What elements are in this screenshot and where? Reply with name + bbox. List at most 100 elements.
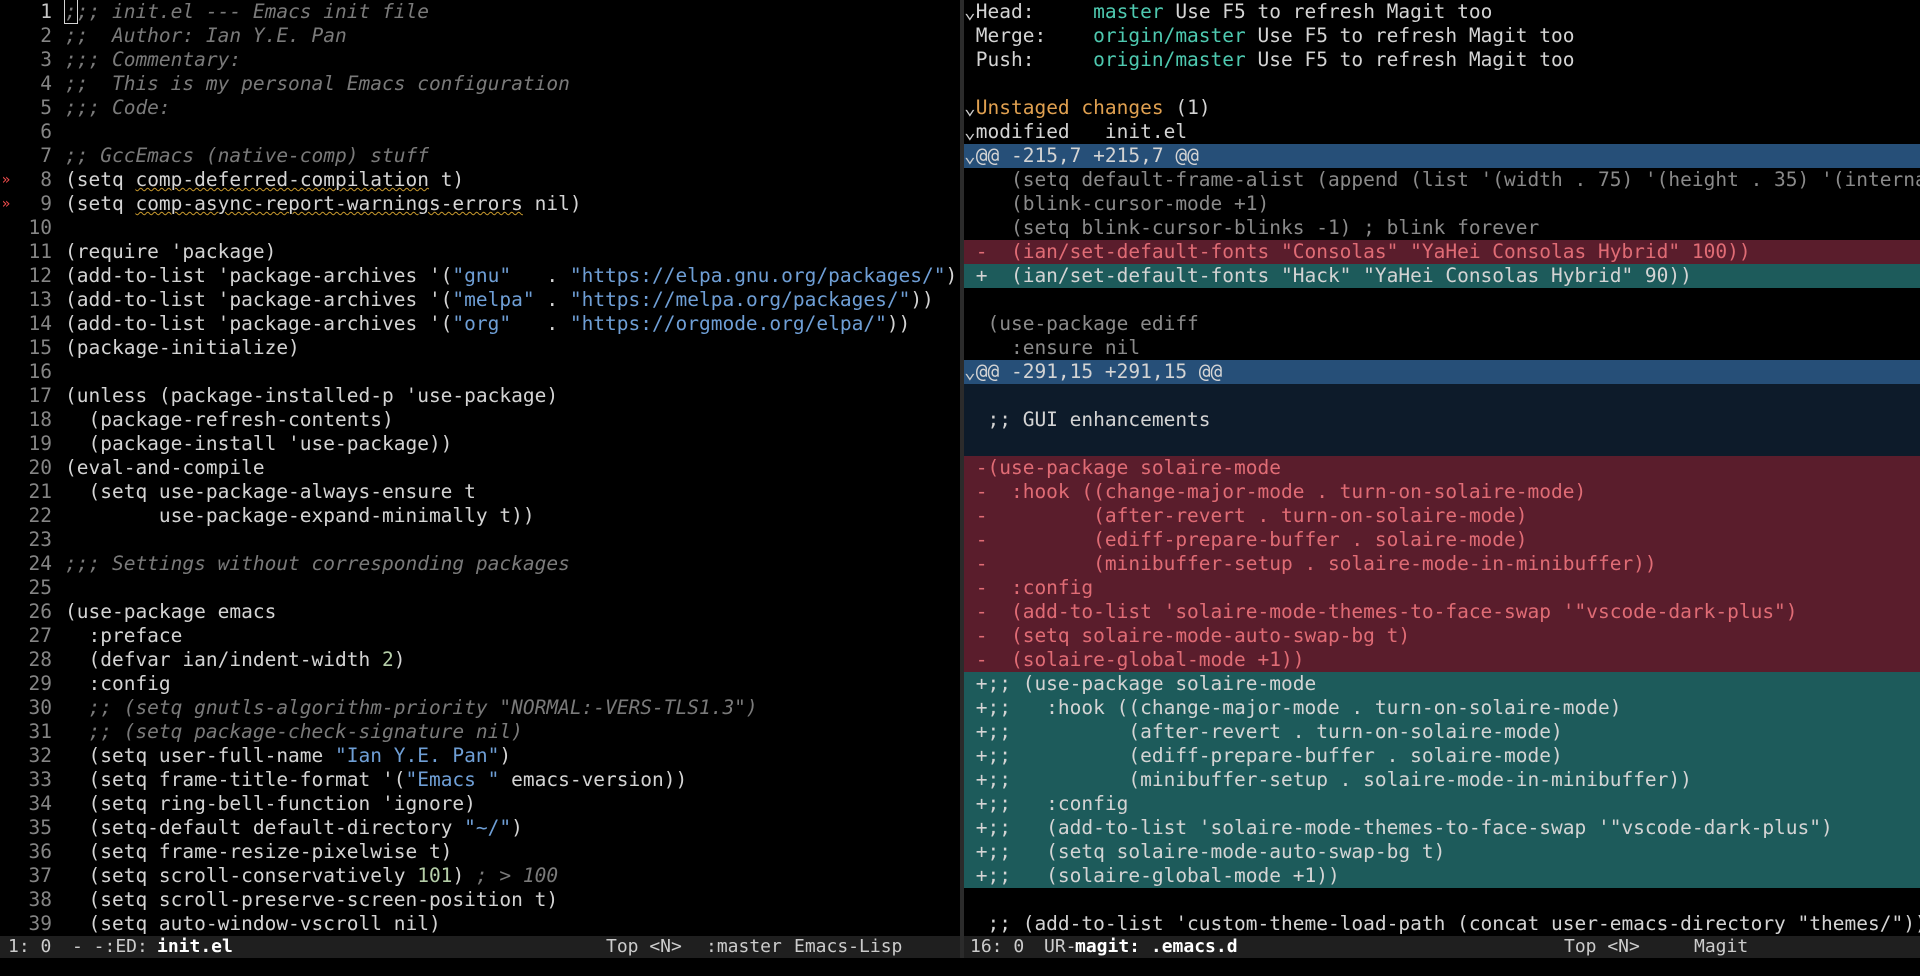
code-line[interactable]: 11 (require 'package) [0, 240, 960, 264]
code-line[interactable]: » 8 (setq comp-deferred-compilation t) [0, 168, 960, 192]
code-line[interactable]: 33 (setq frame-title-format '("Emacs " e… [0, 768, 960, 792]
magit-line[interactable] [964, 432, 1920, 456]
magit-line[interactable]: Merge: origin/master Use F5 to refresh M… [964, 24, 1920, 48]
diff-removed-line[interactable]: - (ediff-prepare-buffer . solaire-mode) [964, 528, 1920, 552]
code-line[interactable]: 14 (add-to-list 'package-archives '("org"… [0, 312, 960, 336]
code-line[interactable]: 26 (use-package emacs [0, 600, 960, 624]
code-line[interactable]: 6 [0, 120, 960, 144]
code-line[interactable]: 1;;; init.el --- Emacs init file [0, 0, 960, 24]
magit-line[interactable]: Push: origin/master Use F5 to refresh Ma… [964, 48, 1920, 72]
magit-line[interactable]: ⌄modified init.el [964, 120, 1920, 144]
section-toggle-icon[interactable]: ⌄ [964, 0, 976, 23]
code-token: (setq user-full-name [65, 744, 336, 767]
mode-line-position: 16: 0 [970, 936, 1025, 957]
code-line[interactable]: 12 (add-to-list 'package-archives '("gnu"… [0, 264, 960, 288]
diff-removed-line[interactable]: - (ian/set-default-fonts "Consolas" "YaH… [964, 240, 1920, 264]
code-line[interactable]: 16 [0, 360, 960, 384]
diff-added-line[interactable]: + (ian/set-default-fonts "Hack" "YaHei C… [964, 264, 1920, 288]
diff-added-line[interactable]: +;; (setq solaire-mode-auto-swap-bg t) [964, 840, 1920, 864]
mode-line-major-mode[interactable]: Emacs-Lisp [794, 936, 902, 958]
magit-line[interactable] [964, 384, 1920, 408]
diff-removed-line[interactable]: - (solaire-global-mode +1)) [964, 648, 1920, 672]
magit-line[interactable]: (setq blink-cursor-blinks -1) ; blink fo… [964, 216, 1920, 240]
code-line[interactable]: 21 (setq use-package-always-ensure t [0, 480, 960, 504]
code-line[interactable]: 7 ;; GccEmacs (native-comp) stuff [0, 144, 960, 168]
magit-line[interactable]: ⌄Unstaged changes (1) [964, 96, 1920, 120]
magit-line[interactable]: (setq default-frame-alist (append (list … [964, 168, 1920, 192]
diff-removed-line[interactable]: - (add-to-list 'solaire-mode-themes-to-f… [964, 600, 1920, 624]
code-line[interactable]: 22 use-package-expand-minimally t)) [0, 504, 960, 528]
code-line[interactable]: 35 (setq-default default-directory "~/") [0, 816, 960, 840]
magit-line[interactable]: ;; GUI enhancements [964, 408, 1920, 432]
code-line[interactable]: 3 ;;; Commentary: [0, 48, 960, 72]
diff-text: - (after-revert . turn-on-solaire-mode) [964, 504, 1528, 527]
mode-line-buffer-name[interactable]: init.el [157, 936, 233, 958]
code-line[interactable]: 13 (add-to-list 'package-archives '("melp… [0, 288, 960, 312]
code-line[interactable]: 20 (eval-and-compile [0, 456, 960, 480]
code-line[interactable]: 38 (setq scroll-preserve-screen-position… [0, 888, 960, 912]
code-line[interactable]: 23 [0, 528, 960, 552]
magit-line[interactable] [964, 288, 1920, 312]
code-line[interactable]: 29 :config [0, 672, 960, 696]
magit-line[interactable]: :ensure nil [964, 336, 1920, 360]
branch-name[interactable]: master [1093, 0, 1163, 23]
diff-added-line[interactable]: +;; (after-revert . turn-on-solaire-mode… [964, 720, 1920, 744]
code-line[interactable]: 17 (unless (package-installed-p 'use-pack… [0, 384, 960, 408]
diff-hunk-header[interactable]: ⌄@@ -291,15 +291,15 @@ [964, 360, 1920, 384]
diff-added-line[interactable]: +;; :config [964, 792, 1920, 816]
diff-hunk-header[interactable]: ⌄@@ -215,7 +215,7 @@ [964, 144, 1920, 168]
code-line[interactable]: 25 [0, 576, 960, 600]
diff-added-line[interactable]: +;; (ediff-prepare-buffer . solaire-mode… [964, 744, 1920, 768]
diff-removed-line[interactable]: - (setq solaire-mode-auto-swap-bg t) [964, 624, 1920, 648]
mode-line-vc-branch[interactable]: :master [706, 936, 782, 958]
magit-line[interactable] [964, 888, 1920, 912]
editor-pane-init-el[interactable]: 1;;; init.el --- Emacs init file 2;; Auth… [0, 0, 960, 936]
code-line[interactable]: 30 ;; (setq gnutls-algorithm-priority "N… [0, 696, 960, 720]
magit-line[interactable] [964, 72, 1920, 96]
code-line[interactable]: 15 (package-initialize) [0, 336, 960, 360]
diff-added-line[interactable]: +;; (solaire-global-mode +1)) [964, 864, 1920, 888]
mode-line-major-mode[interactable]: Magit [1694, 936, 1748, 958]
magit-line[interactable]: (use-package ediff [964, 312, 1920, 336]
code-line[interactable]: 10 [0, 216, 960, 240]
line-number: 24 [28, 552, 52, 575]
section-toggle-icon[interactable]: ⌄ [964, 144, 976, 167]
code-line[interactable]: 28 (defvar ian/indent-width 2) [0, 648, 960, 672]
diff-added-line[interactable]: +;; (add-to-list 'solaire-mode-themes-to… [964, 816, 1920, 840]
section-toggle-icon[interactable]: ⌄ [964, 360, 976, 383]
code-line[interactable]: 27 :preface [0, 624, 960, 648]
diff-added-line[interactable]: +;; (minibuffer-setup . solaire-mode-in-… [964, 768, 1920, 792]
branch-name[interactable]: origin/master [1093, 48, 1246, 71]
code-line[interactable]: 37 (setq scroll-conservatively 101) ; > … [0, 864, 960, 888]
code-line[interactable]: 34 (setq ring-bell-function 'ignore) [0, 792, 960, 816]
code-line[interactable]: 24 ;;; Settings without corresponding pac… [0, 552, 960, 576]
magit-line[interactable]: ;; (add-to-list 'custom-theme-load-path … [964, 912, 1920, 936]
code-line[interactable]: 19 (package-install 'use-package)) [0, 432, 960, 456]
branch-name[interactable]: origin/master [1093, 24, 1246, 47]
section-toggle-icon[interactable]: ⌄ [964, 96, 976, 119]
code-line[interactable]: 36 (setq frame-resize-pixelwise t) [0, 840, 960, 864]
mode-line-buffer-name[interactable]: magit: .emacs.d [1075, 936, 1238, 958]
code-line[interactable]: 18 (package-refresh-contents) [0, 408, 960, 432]
code-line[interactable]: 2 ;; Author: Ian Y.E. Pan [0, 24, 960, 48]
magit-status-pane[interactable]: ⌄Head: master Use F5 to refresh Magit to… [964, 0, 1920, 936]
diff-removed-line[interactable]: -(use-package solaire-mode [964, 456, 1920, 480]
diff-removed-line[interactable]: - :config [964, 576, 1920, 600]
code-line[interactable]: 31 ;; (setq package-check-signature nil) [0, 720, 960, 744]
code-line[interactable]: » 9 (setq comp-async-report-warnings-error… [0, 192, 960, 216]
code-line[interactable]: 39 (setq auto-window-vscroll nil) [0, 912, 960, 936]
diff-added-line[interactable]: +;; (use-package solaire-mode [964, 672, 1920, 696]
code-line[interactable]: 32 (setq user-full-name "Ian Y.E. Pan") [0, 744, 960, 768]
magit-line[interactable]: ⌄Head: master Use F5 to refresh Magit to… [964, 0, 1920, 24]
code-line[interactable]: 4 ;; This is my personal Emacs configurat… [0, 72, 960, 96]
section-toggle-icon[interactable]: ⌄ [964, 120, 976, 143]
diff-removed-line[interactable]: - (after-revert . turn-on-solaire-mode) [964, 504, 1920, 528]
code-token: "https://melpa.org/packages/" [569, 288, 911, 311]
code-line[interactable]: 5 ;;; Code: [0, 96, 960, 120]
diff-added-line[interactable]: +;; :hook ((change-major-mode . turn-on-… [964, 696, 1920, 720]
line-number: 20 [28, 456, 52, 479]
diff-removed-line[interactable]: - (minibuffer-setup . solaire-mode-in-mi… [964, 552, 1920, 576]
magit-line[interactable]: (blink-cursor-mode +1) [964, 192, 1920, 216]
diff-removed-line[interactable]: - :hook ((change-major-mode . turn-on-so… [964, 480, 1920, 504]
minibuffer[interactable] [0, 958, 1920, 976]
